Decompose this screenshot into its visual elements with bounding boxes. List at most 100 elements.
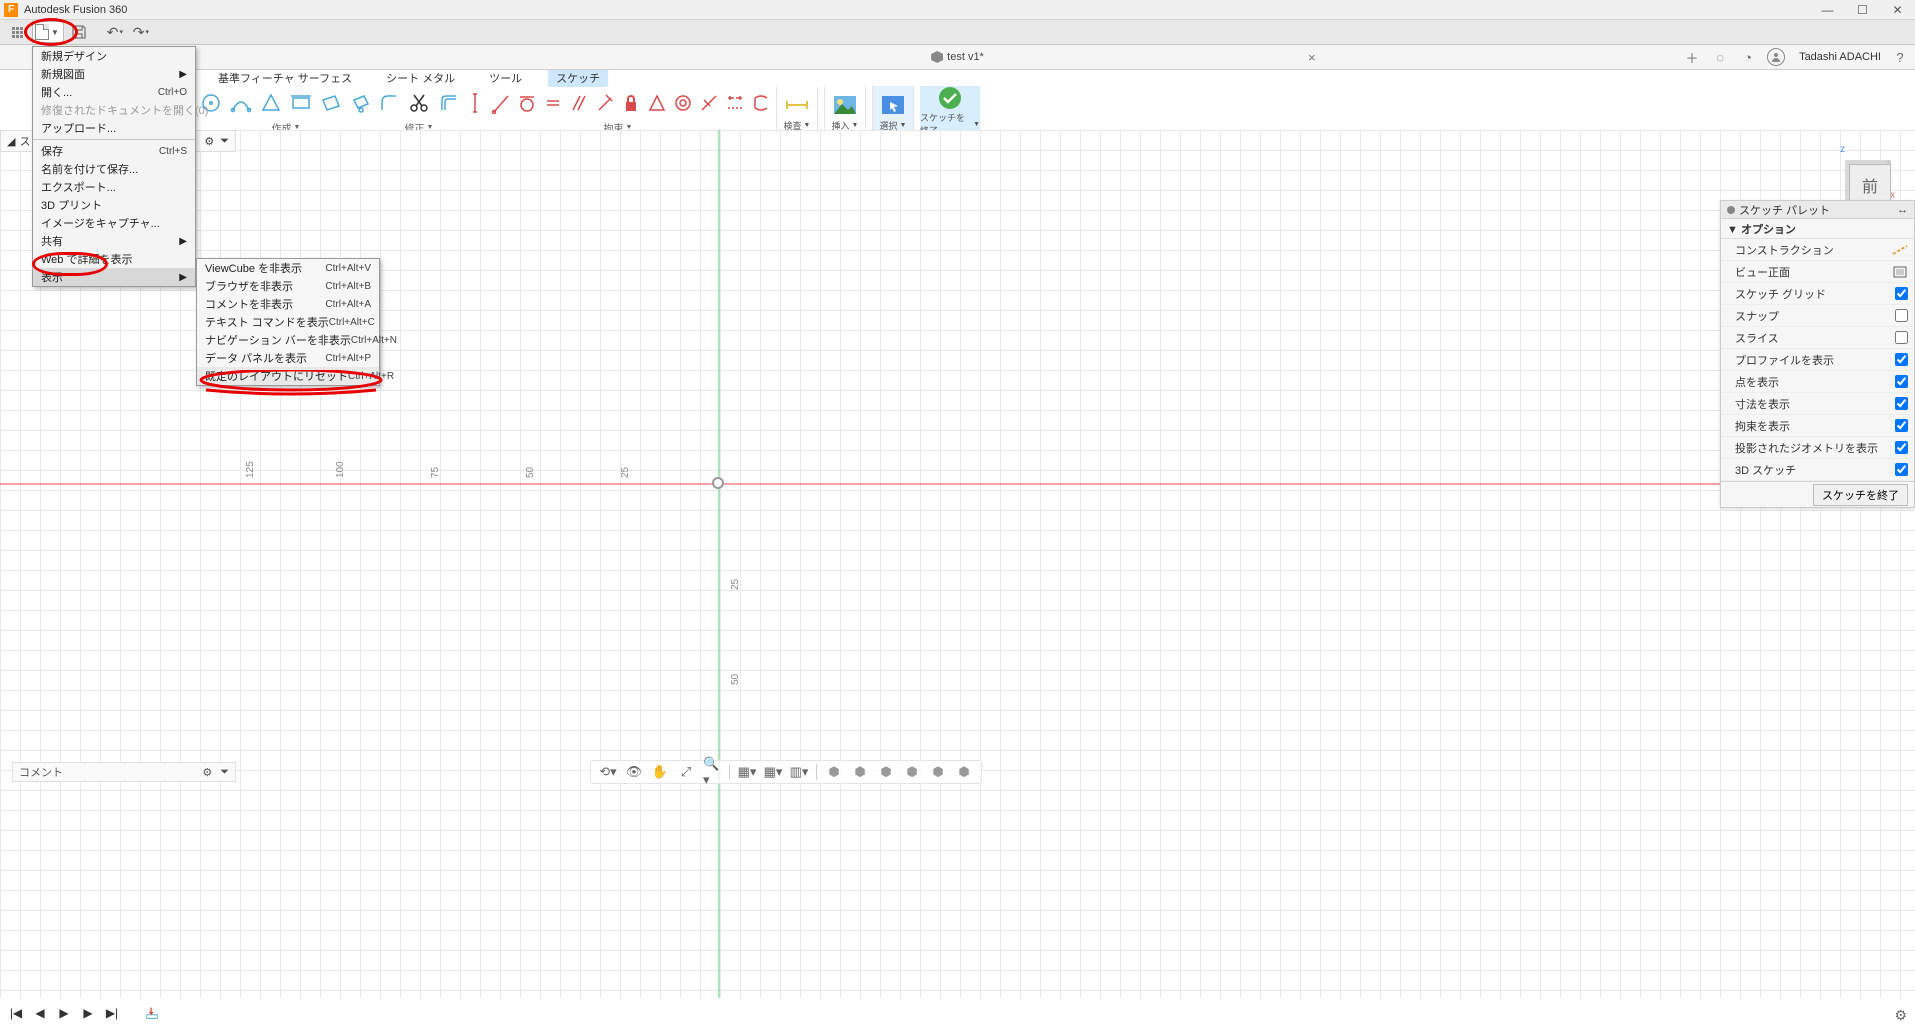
arc-tool-icon[interactable] [230,92,252,114]
equal-tool-icon[interactable] [544,92,562,114]
timeline-end-button[interactable]: ▶| [104,1005,120,1021]
ribbon-select-button[interactable]: 選択▼ [872,86,914,136]
help-button[interactable]: ? [1891,48,1909,66]
file-menu-item[interactable]: イメージをキャプチャ... [33,214,195,232]
tab-sheet-metal[interactable]: シート メタル [378,69,463,87]
effects-icon[interactable]: ⬢ [851,763,869,781]
ribbon-inspect-button[interactable]: 検査▼ [776,86,818,136]
checkbox[interactable] [1895,331,1908,344]
settings-icon[interactable]: ⚙ [202,766,212,779]
checkbox[interactable] [1895,441,1908,454]
view-cube[interactable]: z x 前 [1839,144,1891,208]
timeline-marker-icon[interactable] [144,1005,160,1021]
file-menu-item[interactable]: 開く...Ctrl+O [33,83,195,101]
checkbox[interactable] [1895,375,1908,388]
file-menu-item[interactable]: アップロード... [33,119,195,137]
polygon-tool-icon[interactable] [260,92,282,114]
timeline-start-button[interactable]: |◀ [8,1005,24,1021]
view-menu-item[interactable]: ナビゲーション バーを非表示Ctrl+Alt+N [197,331,379,349]
tangent-tool-icon[interactable] [518,92,536,114]
viewport-icon[interactable]: ▥▾ [790,763,808,781]
horizontal-vertical-tool-icon[interactable] [466,92,484,114]
extensions-button[interactable]: ◌ [1711,48,1729,66]
close-button[interactable]: ✕ [1880,0,1915,20]
environment-icon[interactable]: ⬢ [955,763,973,781]
collinear-tool-icon[interactable] [700,92,718,114]
view-menu-item[interactable]: コメントを非表示Ctrl+Alt+A [197,295,379,313]
maximize-button[interactable]: ☐ [1845,0,1880,20]
coincident-tool-icon[interactable] [492,92,510,114]
look-at-icon[interactable] [1892,265,1908,279]
plane-tool-icon[interactable] [320,92,342,114]
checkbox[interactable] [1895,287,1908,300]
view-menu-item[interactable]: 既定のレイアウトにリセットCtrl+Alt+R [197,367,379,385]
timeline-forward-button[interactable]: ▶ [80,1005,96,1021]
file-menu-button[interactable]: ▼ [32,21,64,43]
concentric-tool-icon[interactable] [674,92,692,114]
collapse-icon[interactable]: ⏷ [220,135,229,148]
view-menu-item[interactable]: テキスト コマンドを表示Ctrl+Alt+C [197,313,379,331]
symmetry-tool-icon[interactable] [726,92,744,114]
checkbox[interactable] [1895,397,1908,410]
parallel-tool-icon[interactable] [570,92,588,114]
tab-sketch[interactable]: スケッチ [548,69,608,87]
comments-panel-header[interactable]: コメント ⚙⏷ [12,762,236,782]
trim-tool-icon[interactable] [408,92,430,114]
look-at-icon[interactable]: 👁 [625,763,643,781]
timeline-play-button[interactable]: ▶ [56,1005,72,1021]
zoom-window-icon[interactable]: 🔍▾ [703,763,721,781]
zoom-icon[interactable]: ⤢ [677,763,695,781]
object-visibility-icon[interactable]: ⬢ [877,763,895,781]
user-avatar-icon[interactable] [1767,48,1785,66]
file-menu-item[interactable]: 表示▶ [33,268,195,286]
construction-icon[interactable] [1892,244,1908,256]
checkbox[interactable] [1895,309,1908,322]
collapse-icon[interactable]: ⏷ [220,766,229,779]
perpendicular-tool-icon[interactable] [596,92,614,114]
orbit-icon[interactable]: ⟲▾ [599,763,617,781]
display-settings-icon[interactable]: ▦▾ [738,763,756,781]
file-menu-item[interactable]: 新規図面▶ [33,65,195,83]
finish-sketch-button[interactable]: スケッチを終了 [1813,484,1908,506]
timeline-back-button[interactable]: ◀ [32,1005,48,1021]
file-menu-item[interactable]: Web で詳細を表示 [33,250,195,268]
curvature-tool-icon[interactable] [752,92,770,114]
view-menu-item[interactable]: ブラウザを非表示Ctrl+Alt+B [197,277,379,295]
redo-button[interactable]: ↷▾ [130,21,152,43]
camera-icon[interactable]: ⬢ [903,763,921,781]
finish-sketch-button[interactable]: スケッチを終了▼ [920,86,980,136]
file-menu-item[interactable]: 新規デザイン [33,47,195,65]
lock-tool-icon[interactable] [622,92,640,114]
tab-tools[interactable]: ツール [481,69,530,87]
palette-section-options[interactable]: ▼ オプション [1721,219,1914,239]
checkbox[interactable] [1895,353,1908,366]
settings-icon[interactable]: ⚙ [1894,1007,1907,1024]
checkbox[interactable] [1895,419,1908,432]
file-menu-item[interactable]: 共有▶ [33,232,195,250]
file-menu-item[interactable]: エクスポート... [33,178,195,196]
document-tab[interactable]: test v1* [931,51,984,63]
view-menu-item[interactable]: ViewCube を非表示Ctrl+Alt+V [197,259,379,277]
grid-settings-icon[interactable]: ▦▾ [764,763,782,781]
ground-plane-icon[interactable]: ⬢ [929,763,947,781]
origin-point[interactable] [712,477,724,489]
close-tab-button[interactable]: × [1308,50,1316,65]
expand-icon[interactable]: ↔ [1897,204,1908,216]
offset-tool-icon[interactable] [438,92,460,114]
ribbon-insert-button[interactable]: 挿入▼ [824,86,866,136]
rectangle-tool-icon[interactable] [290,92,312,114]
checkbox[interactable] [1895,463,1908,476]
file-menu-item[interactable]: 3D プリント [33,196,195,214]
view-menu-item[interactable]: データ パネルを表示Ctrl+Alt+P [197,349,379,367]
fillet-tool-icon[interactable] [378,92,400,114]
pan-icon[interactable]: ✋ [651,763,669,781]
file-menu-item[interactable]: 保存Ctrl+S [33,142,195,160]
tab-solid-surface[interactable]: 基準フィーチャ サーフェス [210,69,360,87]
midpoint-tool-icon[interactable] [648,92,666,114]
save-button[interactable] [68,21,90,43]
project-tool-icon[interactable] [350,92,372,114]
file-menu-item[interactable]: 名前を付けて保存... [33,160,195,178]
undo-button[interactable]: ↶▾ [104,21,126,43]
data-panel-button[interactable] [6,21,28,43]
settings-icon[interactable]: ⚙ [204,135,214,148]
